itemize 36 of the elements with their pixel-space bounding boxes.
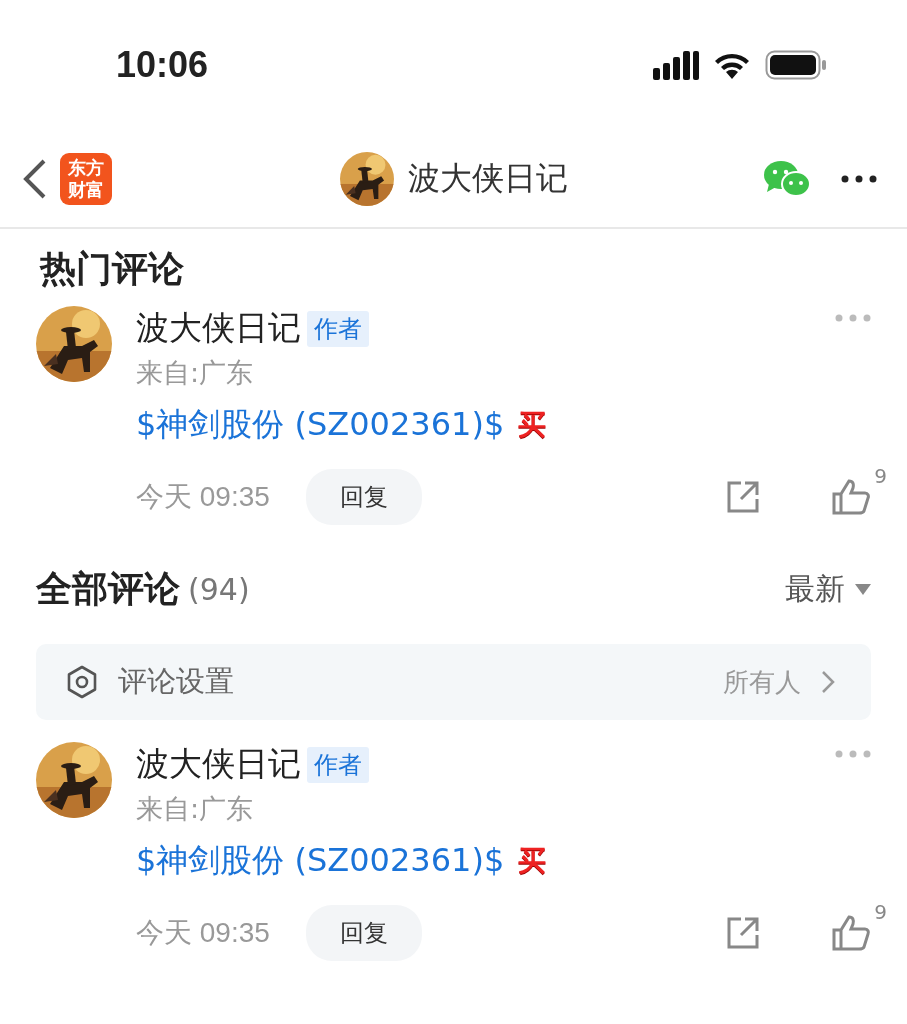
location-text: 来自:广东 [136, 792, 255, 826]
share-icon[interactable] [725, 915, 761, 951]
app-logo: 东方 财富 [60, 152, 112, 205]
wifi-icon [713, 51, 751, 79]
more-icon[interactable] [841, 174, 877, 183]
section-title: 全部评论 [36, 567, 180, 611]
sort-dropdown[interactable]: 最新 [785, 569, 871, 610]
author-badge: 作者 [307, 310, 369, 347]
caret-icon [855, 583, 871, 596]
stock-link[interactable]: $神剑股份 (SZ002361)$ [136, 839, 505, 883]
comment-settings-row[interactable]: 评论设置 所有人 [36, 644, 871, 720]
comment-time: 今天 09:35 [136, 916, 270, 950]
location-text: 来自:广东 [136, 356, 255, 390]
battery-icon [765, 50, 827, 80]
like-icon[interactable] [831, 478, 871, 516]
status-time: 10:06 [116, 44, 209, 86]
buy-tag: 买 [518, 842, 547, 880]
buy-tag: 买 [518, 406, 547, 444]
reply-button[interactable]: 回复 [305, 905, 422, 961]
share-icon[interactable] [725, 479, 761, 515]
like-count: 9 [874, 464, 887, 488]
user-name[interactable]: 波大侠日记 [136, 742, 301, 787]
chevron-icon [821, 670, 835, 694]
like-count: 9 [874, 900, 887, 924]
comment-time: 今天 09:35 [136, 480, 270, 514]
section-title: 热门评论 [38, 247, 185, 291]
author-badge: 作者 [307, 746, 369, 783]
wechat-icon[interactable] [763, 159, 811, 198]
like-icon[interactable] [831, 914, 871, 952]
back-icon[interactable] [22, 158, 48, 199]
user-name[interactable]: 波大侠日记 [136, 306, 301, 351]
page-title: 波大侠日记 [407, 157, 568, 199]
comment-count: (94) [188, 572, 250, 607]
reply-button[interactable]: 回复 [305, 469, 422, 525]
stock-link[interactable]: $神剑股份 (SZ002361)$ [136, 403, 505, 447]
signal-icon [653, 50, 699, 80]
